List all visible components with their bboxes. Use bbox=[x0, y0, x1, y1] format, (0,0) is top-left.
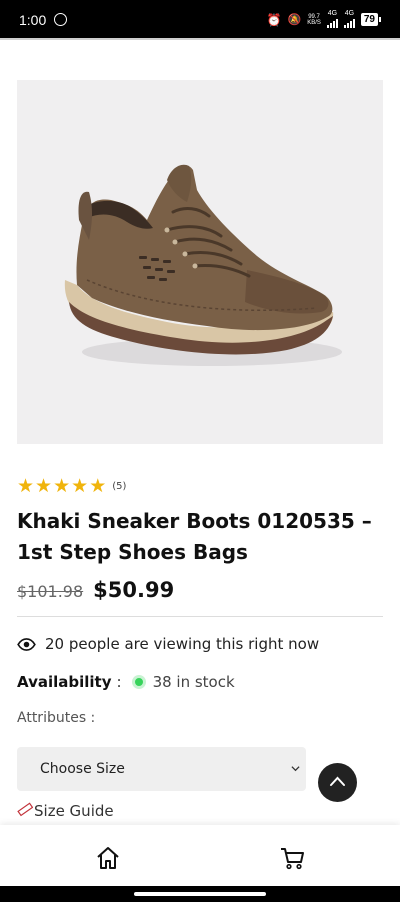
availability-colon: : bbox=[116, 673, 122, 691]
status-time: 1:00 bbox=[19, 12, 47, 28]
alarm-icon: ⏰ bbox=[266, 12, 282, 27]
availability: Availability : 38 in stock bbox=[17, 673, 235, 691]
status-bar: 1:00 ⏰ 🔕 99.7 KB/S 4G 4G 79 bbox=[0, 0, 400, 38]
viewing-notice: 20 people are viewing this right now bbox=[17, 635, 319, 653]
product-rating[interactable]: ★ ★ ★ ★ ★ (5) bbox=[17, 477, 126, 496]
star-icon: ★ bbox=[17, 475, 35, 497]
review-count[interactable]: (5) bbox=[112, 481, 126, 492]
status-indicators: ⏰ 🔕 99.7 KB/S 4G 4G 79 bbox=[266, 10, 382, 28]
original-price: $101.98 bbox=[17, 582, 84, 601]
ruler-icon bbox=[17, 802, 33, 817]
product-image[interactable] bbox=[17, 80, 383, 444]
eye-icon bbox=[17, 637, 36, 651]
data-speed: 99.7 KB/S bbox=[307, 14, 321, 26]
price-row: $101.98 $50.99 bbox=[17, 578, 174, 602]
product-title: Khaki Sneaker Boots 0120535 – 1st Step S… bbox=[17, 509, 372, 564]
chevron-up-icon bbox=[330, 776, 345, 786]
scroll-to-top-button[interactable] bbox=[318, 763, 357, 802]
battery-icon: 79 bbox=[360, 13, 382, 26]
sale-price: $50.99 bbox=[93, 578, 175, 602]
stock-text: 38 in stock bbox=[152, 673, 235, 691]
network-2: 4G bbox=[343, 10, 355, 28]
sneaker-illustration bbox=[64, 164, 342, 366]
availability-label: Availability bbox=[17, 673, 112, 691]
divider bbox=[17, 616, 383, 617]
signal-icon bbox=[343, 17, 355, 28]
attributes-label: Attributes : bbox=[17, 710, 96, 726]
in-stock-dot-icon bbox=[131, 675, 146, 689]
bottom-navigation bbox=[0, 825, 400, 886]
star-icon: ★ bbox=[89, 475, 107, 497]
signal-icon bbox=[326, 17, 338, 28]
size-select-value: Choose Size bbox=[40, 761, 125, 777]
mute-icon: 🔕 bbox=[287, 14, 302, 26]
home-icon[interactable] bbox=[95, 845, 121, 871]
star-icon: ★ bbox=[35, 475, 53, 497]
chevron-down-icon bbox=[291, 766, 300, 772]
home-gesture-pill[interactable] bbox=[134, 892, 266, 896]
size-select[interactable]: Choose Size bbox=[17, 747, 306, 791]
data-speed-unit: KB/S bbox=[307, 19, 321, 26]
system-gesture-bar bbox=[0, 886, 400, 902]
whatsapp-icon bbox=[54, 13, 67, 26]
cart-icon[interactable] bbox=[279, 845, 305, 871]
network-1: 4G bbox=[326, 10, 338, 28]
top-divider bbox=[0, 38, 400, 40]
viewing-text: 20 people are viewing this right now bbox=[45, 635, 320, 653]
size-guide-link[interactable]: Size Guide bbox=[17, 802, 114, 820]
size-guide-label: Size Guide bbox=[34, 802, 114, 820]
star-icon: ★ bbox=[71, 475, 89, 497]
star-icon: ★ bbox=[53, 475, 71, 497]
